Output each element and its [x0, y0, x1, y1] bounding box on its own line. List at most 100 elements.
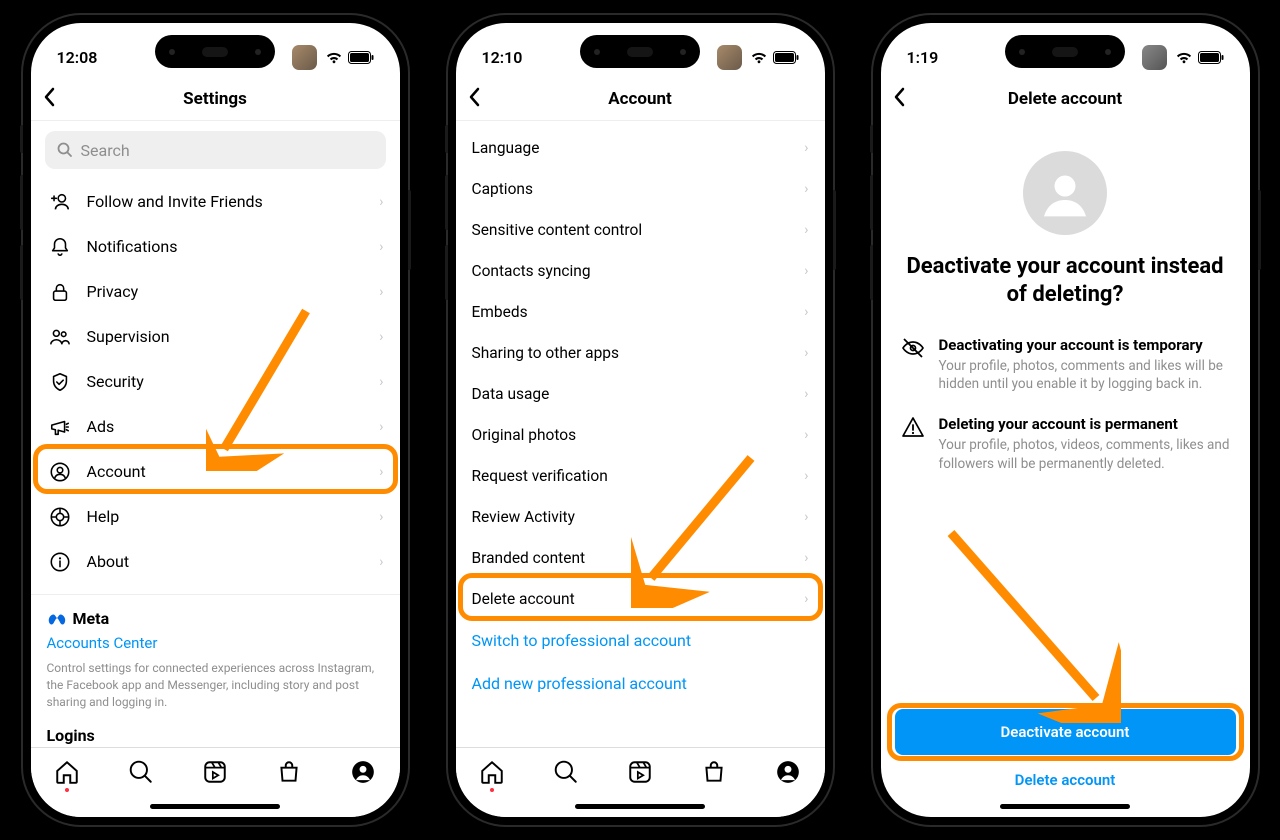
list-item-data-usage[interactable]: Data usage›: [456, 373, 825, 414]
chevron-right-icon: ›: [379, 284, 383, 300]
list-item-original-photos[interactable]: Original photos›: [456, 414, 825, 455]
wifi-icon: [325, 51, 343, 64]
phone-3: 1:19 Delete account Deactivate your acco…: [873, 15, 1258, 825]
tab-search[interactable]: [127, 758, 155, 786]
help-icon: [47, 504, 73, 530]
battery-icon: [1198, 51, 1224, 64]
meta-logo: Meta: [47, 609, 384, 628]
tab-profile[interactable]: [349, 758, 377, 786]
info-delete: Deleting your account is permanent Your …: [881, 401, 1250, 480]
back-button[interactable]: [43, 87, 55, 111]
nav-header: Settings: [31, 77, 400, 121]
info-desc: Your profile, photos, comments and likes…: [939, 357, 1230, 393]
now-playing-icon: [717, 45, 742, 70]
search-input[interactable]: Search: [45, 131, 386, 169]
chevron-right-icon: ›: [379, 509, 383, 525]
list-item-language[interactable]: Language›: [456, 127, 825, 168]
megaphone-icon: [47, 414, 73, 440]
account-list: Language› Captions› Sensitive content co…: [456, 127, 825, 619]
list-item-contacts[interactable]: Contacts syncing›: [456, 250, 825, 291]
list-item-about[interactable]: About›: [31, 539, 400, 584]
chevron-right-icon: ›: [804, 304, 808, 320]
chevron-right-icon: ›: [804, 222, 808, 238]
switch-professional-link[interactable]: Switch to professional account: [456, 619, 825, 662]
list-item-verification[interactable]: Request verification›: [456, 455, 825, 496]
tab-shop[interactable]: [275, 758, 303, 786]
tab-shop[interactable]: [700, 758, 728, 786]
account-icon: [47, 459, 73, 485]
deactivate-button[interactable]: Deactivate account: [895, 709, 1236, 755]
deactivate-heading: Deactivate your account instead of delet…: [881, 253, 1250, 308]
list-item-sharing[interactable]: Sharing to other apps›: [456, 332, 825, 373]
phone-1: 12:08 Settings Search Follow and Invite …: [23, 15, 408, 825]
list-item-follow-invite[interactable]: Follow and Invite Friends›: [31, 179, 400, 224]
info-title: Deactivating your account is temporary: [939, 336, 1230, 354]
list-item-account[interactable]: Account›: [31, 449, 400, 494]
eye-off-icon: [901, 336, 925, 393]
tab-reels[interactable]: [201, 758, 229, 786]
info-deactivate: Deactivating your account is temporary Y…: [881, 322, 1250, 401]
tab-home[interactable]: [53, 758, 81, 786]
chevron-right-icon: ›: [804, 140, 808, 156]
battery-icon: [773, 51, 799, 64]
chevron-right-icon: ›: [804, 345, 808, 361]
home-indicator: [1000, 804, 1130, 809]
chevron-right-icon: ›: [379, 194, 383, 210]
lock-icon: [47, 279, 73, 305]
chevron-right-icon: ›: [379, 419, 383, 435]
chevron-right-icon: ›: [804, 386, 808, 402]
home-indicator: [575, 804, 705, 809]
warning-icon: [901, 415, 925, 472]
chevron-right-icon: ›: [379, 554, 383, 570]
tab-home[interactable]: [478, 758, 506, 786]
chevron-right-icon: ›: [379, 239, 383, 255]
back-button[interactable]: [893, 87, 905, 111]
wifi-icon: [750, 51, 768, 64]
now-playing-icon: [292, 45, 317, 70]
tab-profile[interactable]: [774, 758, 802, 786]
nav-header: Delete account: [881, 77, 1250, 121]
list-item-privacy[interactable]: Privacy›: [31, 269, 400, 314]
list-item-embeds[interactable]: Embeds›: [456, 291, 825, 332]
phone-2: 12:10 Account Language› Captions› Sensit…: [448, 15, 833, 825]
accounts-center-link[interactable]: Accounts Center: [47, 634, 384, 652]
tab-search[interactable]: [552, 758, 580, 786]
list-item-help[interactable]: Help›: [31, 494, 400, 539]
wifi-icon: [1175, 51, 1193, 64]
list-item-review-activity[interactable]: Review Activity›: [456, 496, 825, 537]
list-item-captions[interactable]: Captions›: [456, 168, 825, 209]
chevron-right-icon: ›: [804, 427, 808, 443]
meta-icon: [47, 612, 67, 626]
page-title: Settings: [183, 89, 247, 109]
list-item-security[interactable]: Security›: [31, 359, 400, 404]
settings-list: Follow and Invite Friends› Notifications…: [31, 179, 400, 584]
list-item-branded[interactable]: Branded content›: [456, 537, 825, 578]
chevron-right-icon: ›: [379, 464, 383, 480]
chevron-right-icon: ›: [804, 550, 808, 566]
search-icon: [57, 142, 73, 158]
delete-link[interactable]: Delete account: [881, 755, 1250, 805]
footer-description: Control settings for connected experienc…: [47, 660, 384, 710]
chevron-right-icon: ›: [804, 181, 808, 197]
list-item-delete[interactable]: Delete account›: [456, 578, 825, 619]
info-desc: Your profile, photos, videos, comments, …: [939, 436, 1230, 472]
list-item-notifications[interactable]: Notifications›: [31, 224, 400, 269]
home-indicator: [150, 804, 280, 809]
add-professional-link[interactable]: Add new professional account: [456, 662, 825, 705]
chevron-right-icon: ›: [804, 263, 808, 279]
page-title: Delete account: [1008, 89, 1122, 109]
back-button[interactable]: [468, 87, 480, 111]
avatar: [1023, 151, 1107, 235]
list-item-sensitive[interactable]: Sensitive content control›: [456, 209, 825, 250]
bell-icon: [47, 234, 73, 260]
tab-reels[interactable]: [626, 758, 654, 786]
shield-icon: [47, 369, 73, 395]
chevron-right-icon: ›: [804, 509, 808, 525]
search-placeholder: Search: [81, 141, 130, 160]
chevron-right-icon: ›: [379, 329, 383, 345]
status-time: 1:19: [907, 48, 939, 67]
chevron-right-icon: ›: [804, 468, 808, 484]
list-item-ads[interactable]: Ads›: [31, 404, 400, 449]
battery-icon: [348, 51, 374, 64]
list-item-supervision[interactable]: Supervision›: [31, 314, 400, 359]
